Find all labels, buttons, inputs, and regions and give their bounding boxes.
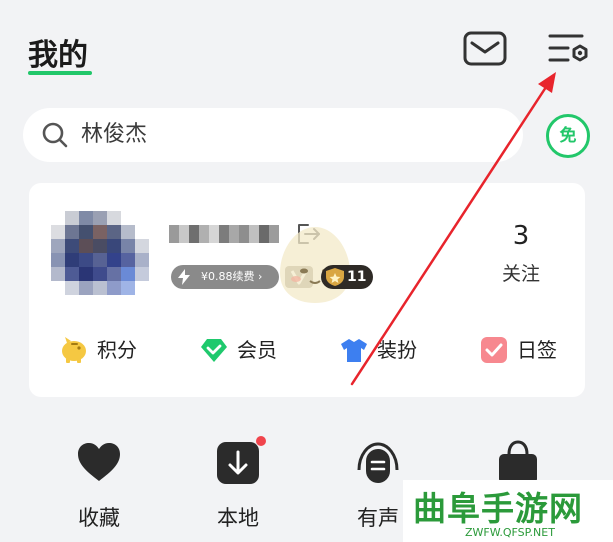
local-label: 本地 (217, 506, 259, 530)
watermark-url: ZWFW.QFSP.NET (465, 526, 555, 539)
local-button[interactable]: 本地 (193, 440, 283, 535)
follow-label[interactable]: 关注 (481, 259, 561, 286)
watermark-title: 曲阜手游网 (413, 489, 583, 528)
mail-button[interactable] (462, 30, 508, 68)
page-title: 我的 (28, 38, 88, 73)
watermark: 曲阜手游网 ZWFW.QFSP.NET (403, 480, 613, 542)
mascot-icon (280, 227, 350, 303)
download-icon (217, 442, 259, 484)
heart-icon (78, 443, 120, 481)
ad-free-button[interactable]: 免 (546, 114, 590, 158)
diamond-icon (201, 339, 227, 362)
header: 我的 (0, 0, 613, 95)
ad-free-label: 免 (559, 126, 577, 146)
notification-dot (256, 436, 266, 446)
mail-icon (463, 31, 507, 66)
follow-count[interactable]: 3 (481, 221, 561, 251)
dress-up-button[interactable]: 装扮 (339, 333, 429, 367)
vip-button[interactable]: 会员 (199, 333, 289, 367)
search-bar[interactable]: 林俊杰 (23, 108, 523, 162)
username-pixelated[interactable] (169, 221, 279, 247)
points-button[interactable]: 积分 (59, 333, 149, 367)
vip-label: 会员 (237, 338, 277, 362)
daily-sign-button[interactable]: 日签 (479, 333, 569, 367)
settings-list-icon (548, 34, 588, 62)
search-icon (42, 122, 68, 148)
tshirt-icon (341, 339, 367, 362)
dress-up-label: 装扮 (377, 338, 417, 362)
lightning-icon (178, 269, 190, 285)
podcast-icon (357, 442, 399, 483)
settings-button[interactable] (546, 30, 590, 68)
favorites-label: 收藏 (78, 506, 120, 530)
level-number: 11 (347, 269, 367, 285)
points-label: 积分 (97, 338, 137, 362)
favorites-button[interactable]: 收藏 (54, 440, 144, 535)
level-badge[interactable]: 11 (321, 265, 373, 289)
title-underline (28, 71, 92, 75)
piggy-bank-icon (62, 337, 86, 363)
search-input[interactable]: 林俊杰 (81, 121, 147, 149)
profile-card: ¥0.88续费 › 11 3 关注 积分 会员 装扮 日签 (29, 183, 585, 397)
checkbox-icon (481, 337, 507, 363)
shield-icon (326, 268, 344, 286)
daily-sign-label: 日签 (517, 338, 557, 362)
vip-renew-price: ¥0.88续费 › (201, 270, 263, 283)
vip-renew-badge[interactable]: ¥0.88续费 › (171, 265, 279, 289)
avatar[interactable] (51, 211, 149, 303)
